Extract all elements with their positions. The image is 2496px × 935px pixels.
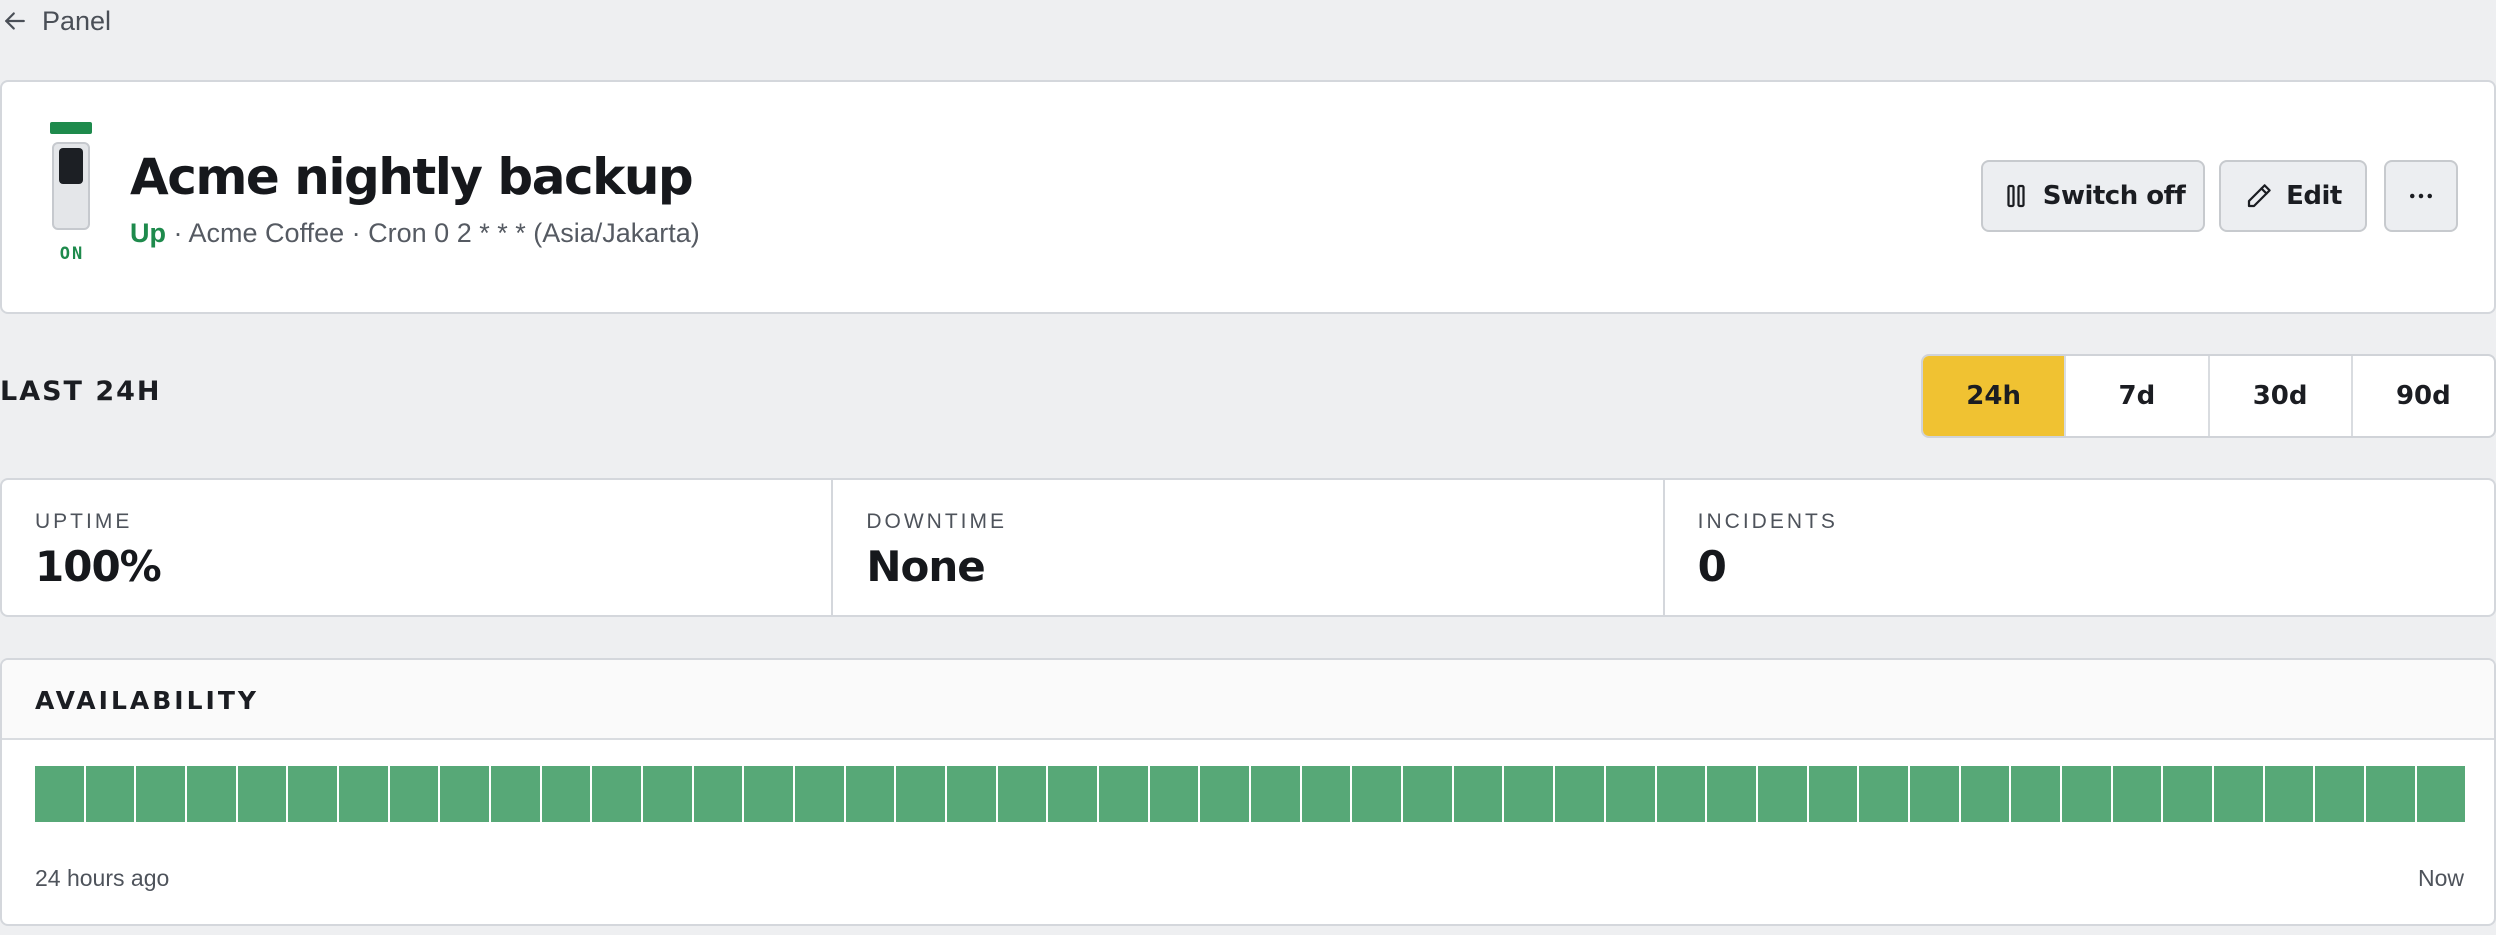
availability-slot[interactable] — [1200, 766, 1250, 822]
availability-slot[interactable] — [1149, 766, 1199, 822]
availability-slot[interactable] — [1555, 766, 1604, 822]
availability-slot[interactable] — [1504, 766, 1554, 822]
status-text: Up — [130, 218, 166, 248]
period-label: LAST 24H — [0, 376, 162, 407]
availability-slot[interactable] — [693, 766, 743, 822]
period-option-24h[interactable]: 24h — [1923, 356, 2065, 436]
toggle-switch[interactable] — [52, 142, 90, 230]
availability-slot[interactable] — [1909, 766, 1959, 822]
availability-slot[interactable] — [1707, 766, 1756, 822]
availability-slot[interactable] — [440, 766, 490, 822]
more-actions-button[interactable] — [2384, 160, 2458, 232]
availability-slot[interactable] — [2264, 766, 2314, 822]
stat-value: 100% — [35, 542, 162, 591]
availability-slot[interactable] — [795, 766, 844, 822]
availability-slot[interactable] — [541, 766, 591, 822]
stats-panel: UPTIME 100% DOWNTIME None INCIDENTS 0 — [0, 478, 2496, 617]
monitor-subtitle: Up · Acme Coffee · Cron 0 2 * * * (Asia/… — [130, 218, 700, 249]
stat-downtime: DOWNTIME None — [831, 480, 1662, 615]
availability-slot[interactable] — [1656, 766, 1706, 822]
availability-slot[interactable] — [1453, 766, 1503, 822]
availability-slot[interactable] — [1808, 766, 1858, 822]
availability-slot[interactable] — [1251, 766, 1300, 822]
schedule-text: Cron 0 2 * * * (Asia/Jakarta) — [368, 218, 700, 248]
stat-value: 0 — [1697, 542, 1727, 591]
availability-slot[interactable] — [1960, 766, 2010, 822]
stat-uptime: UPTIME 100% — [2, 480, 831, 615]
availability-slot[interactable] — [845, 766, 895, 822]
toggle-state-label: ON — [59, 244, 85, 264]
separator: · — [351, 218, 361, 248]
pause-icon — [2007, 184, 2025, 208]
more-horizontal-icon — [2410, 193, 2432, 199]
availability-slot[interactable] — [2365, 766, 2415, 822]
availability-slot[interactable] — [1301, 766, 1351, 822]
timeline-end-label: Now — [2417, 865, 2464, 891]
monitor-header: ON Acme nightly backup Up · Acme Coffee … — [0, 80, 2496, 314]
availability-slot[interactable] — [896, 766, 946, 822]
availability-title: AVAILABILITY — [35, 686, 259, 715]
timeline-start-label: 24 hours ago — [35, 865, 170, 891]
toggle-indicator — [50, 122, 92, 134]
availability-slot[interactable] — [1403, 766, 1452, 822]
availability-header: AVAILABILITY — [2, 660, 2494, 740]
stat-label: DOWNTIME — [866, 510, 1007, 533]
availability-slot[interactable] — [2112, 766, 2162, 822]
availability-slot[interactable] — [1352, 766, 1402, 822]
separator: · — [173, 218, 183, 248]
availability-slot[interactable] — [35, 766, 84, 822]
availability-slot[interactable] — [237, 766, 287, 822]
availability-slot[interactable] — [187, 766, 236, 822]
back-link-label: Panel — [42, 5, 112, 36]
switch-off-label: Switch off — [2042, 181, 2186, 211]
availability-slot[interactable] — [491, 766, 540, 822]
availability-panel: AVAILABILITY 24 hours ago Now — [0, 658, 2496, 926]
availability-slot[interactable] — [389, 766, 439, 822]
availability-slot[interactable] — [1859, 766, 1908, 822]
availability-slot[interactable] — [2011, 766, 2060, 822]
availability-slot[interactable] — [2416, 766, 2466, 822]
monitor-toggle[interactable]: ON — [50, 122, 94, 272]
availability-slot[interactable] — [339, 766, 388, 822]
availability-slot[interactable] — [744, 766, 794, 822]
availability-slot[interactable] — [643, 766, 692, 822]
availability-slot[interactable] — [1757, 766, 1807, 822]
availability-slot[interactable] — [136, 766, 186, 822]
availability-slot[interactable] — [2315, 766, 2364, 822]
availability-slot[interactable] — [947, 766, 996, 822]
availability-bars — [35, 766, 2466, 822]
toggle-knob — [59, 148, 83, 184]
availability-slot[interactable] — [1048, 766, 1098, 822]
back-link[interactable]: Panel — [0, 2, 111, 40]
availability-slot[interactable] — [1605, 766, 1655, 822]
period-option-7d[interactable]: 7d — [2064, 356, 2207, 436]
period-selector: 24h 7d 30d 90d — [1921, 354, 2496, 438]
customer-name: Acme Coffee — [188, 218, 345, 248]
availability-slot[interactable] — [592, 766, 642, 822]
availability-slot[interactable] — [997, 766, 1047, 822]
edit-button[interactable]: Edit — [2219, 160, 2367, 232]
page-title: Acme nightly backup — [130, 148, 694, 206]
period-option-90d[interactable]: 90d — [2350, 356, 2494, 436]
stat-value: None — [866, 542, 985, 591]
availability-slot[interactable] — [288, 766, 338, 822]
availability-slot[interactable] — [2163, 766, 2212, 822]
availability-slot[interactable] — [2061, 766, 2111, 822]
arrow-left-icon — [5, 12, 25, 30]
switch-off-button[interactable]: Switch off — [1981, 160, 2205, 232]
stat-label: INCIDENTS — [1697, 510, 1838, 533]
availability-slot[interactable] — [2213, 766, 2263, 822]
stat-label: UPTIME — [35, 510, 133, 533]
pencil-icon — [2248, 184, 2271, 208]
period-option-30d[interactable]: 30d — [2207, 356, 2351, 436]
availability-slot[interactable] — [1099, 766, 1148, 822]
availability-slot[interactable] — [85, 766, 135, 822]
edit-label: Edit — [2286, 181, 2342, 211]
stat-incidents: INCIDENTS 0 — [1662, 480, 2494, 615]
